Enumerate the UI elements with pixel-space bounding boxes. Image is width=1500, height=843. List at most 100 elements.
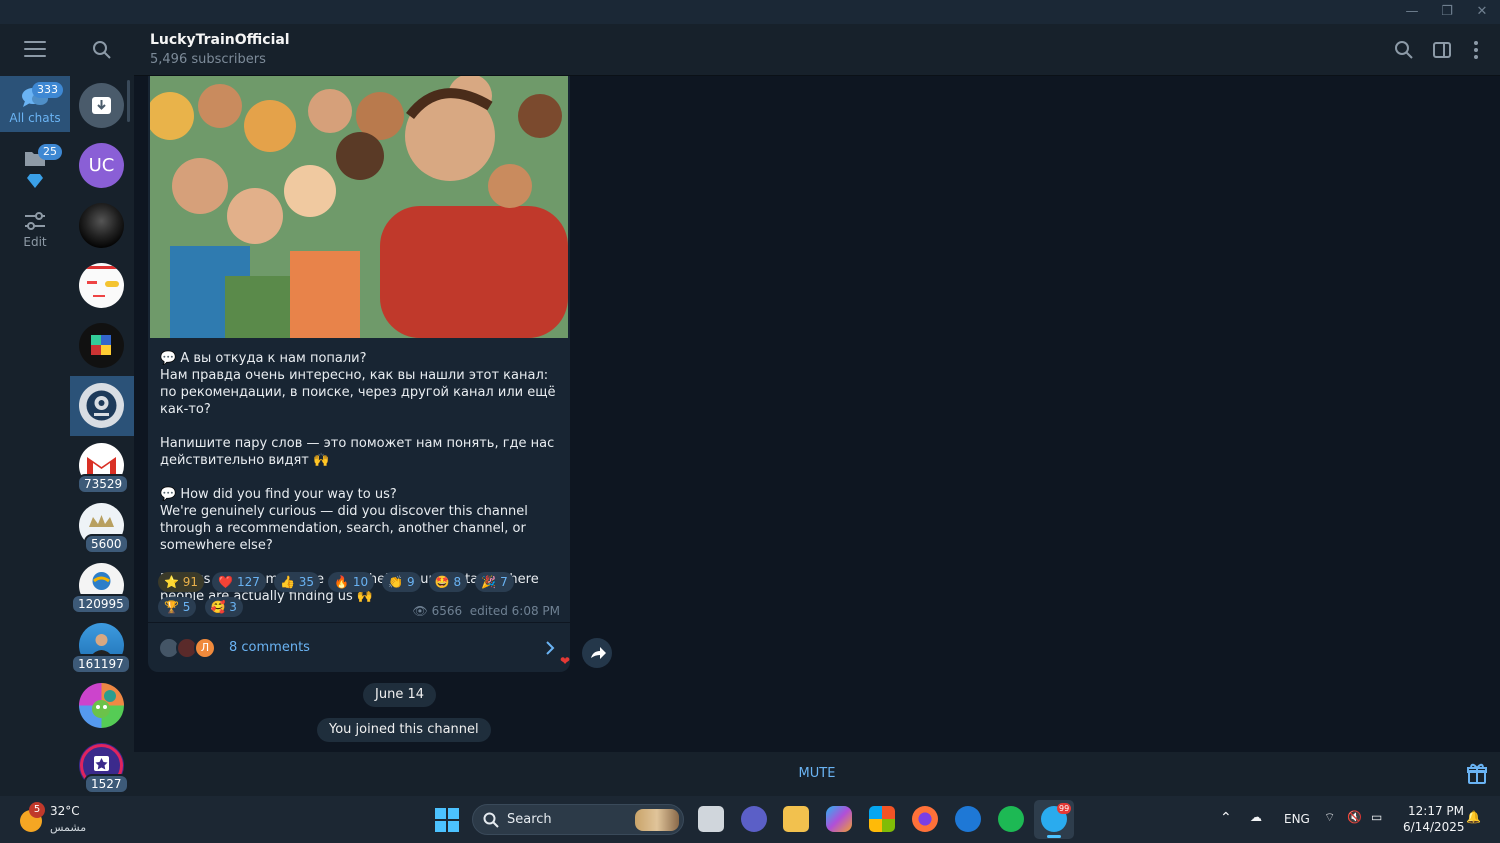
avatar [79,323,124,368]
channel-post[interactable]: 💬 А вы откуда к нам попали? Нам правда оч… [148,76,570,672]
reaction-fire[interactable]: 🔥 10 [328,572,375,592]
reaction-thumbs-up[interactable]: 👍 35 [273,572,320,592]
telegram-taskbar-button[interactable]: 99 [1034,800,1074,839]
unread-badge: 5600 [84,534,129,554]
search-highlight-icon [635,809,679,831]
battery-icon[interactable]: ▭ [1371,810,1382,824]
avatar: UC [79,143,124,188]
taskbar-search[interactable]: Search [472,804,684,835]
chat-star[interactable]: 1527 [70,736,134,796]
reaction-party[interactable]: 🎉 7 [475,572,514,592]
search-label: Search [507,812,552,827]
view-count: 6566 [431,604,463,618]
folder-custom[interactable]: 25 [0,142,70,194]
mute-button[interactable]: MUTE [134,766,1500,781]
post-line: 💬 How did you find your way to us? [160,487,397,502]
chat-gmail[interactable]: 73529 [70,436,134,496]
chat-header[interactable]: LuckyTrainOfficial 5,496 subscribers [134,24,1500,76]
language-indicator[interactable]: ENG [1284,812,1310,826]
folder-all-chats[interactable]: 333 All chats [0,76,70,132]
wifi-icon[interactable]: ⌔ [1324,810,1335,825]
cloud-offline-icon[interactable]: ☁ [1250,810,1262,824]
minimize-button[interactable]: — [1398,3,1426,21]
weather-description: مشمس [50,821,87,834]
chat-game[interactable] [70,676,134,736]
post-line: Напишите пару слов — это поможет нам пон… [160,436,555,468]
windows-icon [435,808,459,832]
archive-icon [79,83,124,128]
message-area: 💬 А вы откуда к нам попали? Нам правда оч… [134,76,1500,752]
joined-notice: You joined this channel [317,718,491,742]
close-button[interactable]: ✕ [1468,3,1496,21]
search-icon[interactable] [1394,40,1414,60]
file-explorer-icon[interactable] [783,806,809,832]
chat-receipt[interactable] [70,256,134,316]
avatar [79,383,124,428]
reaction-clap[interactable]: 👏 9 [382,572,421,592]
restore-button[interactable]: ❐ [1433,3,1461,21]
windows-taskbar: 5 32°C مشمس Search 99 ⌃ ☁ ENG ⌔ 🔇 ▭ 12:1… [0,796,1500,843]
chat-person[interactable]: 161197 [70,616,134,676]
post-line: We're genuinely curious — did you discov… [160,504,528,553]
chat-dark-channel[interactable] [70,196,134,256]
weather-badge: 5 [29,802,45,818]
edit-filters-icon [25,212,45,230]
notification-bell-icon[interactable]: 🔔 [1466,810,1481,824]
comments-button[interactable]: Л 8 comments [148,622,570,672]
clock-date[interactable]: 6/14/2025 [1403,820,1465,834]
weather-widget[interactable]: 5 32°C مشمس [18,802,98,838]
unread-badge: 73529 [77,474,130,494]
more-options-icon[interactable] [1472,40,1480,60]
task-view-icon[interactable] [698,806,724,832]
unread-badge: 161197 [71,654,131,674]
avatar [79,683,124,728]
share-button[interactable] [582,638,612,668]
chat-luckytrain[interactable] [70,376,134,436]
sidebar-toggle-icon[interactable] [1432,40,1452,60]
unread-badge: 120995 [71,594,131,614]
channel-name[interactable]: LuckyTrainOfficial [150,32,290,48]
menu-icon[interactable] [24,41,46,62]
teams-icon[interactable] [741,806,767,832]
folder-badge: 333 [32,82,63,98]
store-icon[interactable] [869,806,895,832]
folder-badge: 25 [38,144,62,160]
chat-uc[interactable]: UC [70,136,134,196]
chat-globe[interactable]: 120995 [70,556,134,616]
reaction-heart[interactable]: ❤️ 127 [212,572,266,592]
reaction-star-eyes[interactable]: 🤩 8 [428,572,468,592]
chat-cube[interactable] [70,316,134,376]
reaction-trophy[interactable]: 🏆 5 [158,597,197,617]
folder-sidebar: 333 All chats 25 Edit [0,24,70,796]
spotify-icon[interactable] [998,806,1024,832]
post-line: 💬 А вы откуда к нам попали? [160,351,367,366]
telegram-badge: 99 [1057,803,1072,814]
active-indicator [1047,835,1061,838]
clock-time[interactable]: 12:17 PM [1408,804,1464,818]
share-icon [591,647,606,659]
commenter-avatar: Л [194,637,216,659]
volume-muted-icon[interactable]: 🔇 [1347,810,1362,824]
chat-list: UC 73529 5600 120995 161197 1527 [70,24,134,796]
start-button[interactable] [435,808,459,832]
chevron-up-icon[interactable]: ⌃ [1220,810,1232,826]
folder-label: Edit [23,235,47,249]
search-icon[interactable] [92,40,112,60]
firefox-icon[interactable] [912,806,938,832]
folder-edit[interactable]: Edit [0,206,70,256]
temperature: 32°C [50,804,80,818]
post-image[interactable] [150,76,568,338]
folder-label: All chats [9,111,61,125]
reaction-star[interactable]: ⭐ 91 [158,572,205,592]
edited-time: edited 6:08 PM [469,604,560,618]
gift-icon[interactable] [1466,763,1488,785]
search-icon [483,812,499,828]
copilot-icon[interactable] [826,806,852,832]
chat-archive[interactable] [70,76,134,136]
unread-badge: 1527 [84,774,129,794]
date-separator: June 14 [363,683,436,707]
reaction-love[interactable]: 🥰 3 [204,597,243,617]
browser-icon[interactable] [955,806,981,832]
chat-crown[interactable]: 5600 [70,496,134,556]
chevron-right-icon [546,641,555,655]
